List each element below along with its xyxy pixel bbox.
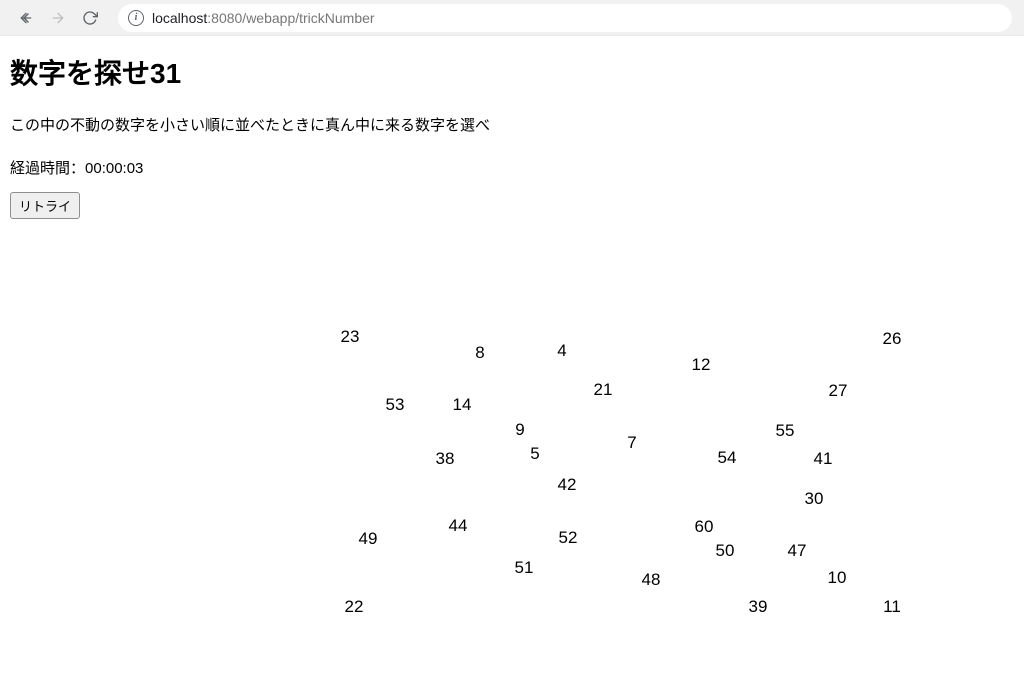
number-item[interactable]: 27 <box>829 381 848 401</box>
instruction-text: この中の不動の数字を小さい順に並べたときに真ん中に来る数字を選べ <box>10 114 1014 135</box>
url-path: :8080/webapp/trickNumber <box>207 10 374 26</box>
number-item[interactable]: 55 <box>776 421 795 441</box>
number-item[interactable]: 21 <box>594 380 613 400</box>
number-item[interactable]: 41 <box>814 449 833 469</box>
elapsed-time: 経過時間：00:00:03 <box>10 157 1014 178</box>
number-item[interactable]: 54 <box>718 448 737 468</box>
arrow-right-icon <box>50 10 66 26</box>
page-content: 数字を探せ31 この中の不動の数字を小さい順に並べたときに真ん中に来る数字を選べ… <box>0 36 1024 673</box>
number-item[interactable]: 38 <box>436 449 455 469</box>
reload-icon <box>82 10 98 26</box>
number-item[interactable]: 49 <box>359 529 378 549</box>
number-item[interactable]: 8 <box>475 343 484 363</box>
reload-button[interactable] <box>76 4 104 32</box>
retry-button[interactable]: リトライ <box>10 192 80 219</box>
browser-toolbar: i localhost:8080/webapp/trickNumber <box>0 0 1024 36</box>
number-item[interactable]: 14 <box>453 395 472 415</box>
back-button[interactable] <box>12 4 40 32</box>
arrow-left-icon <box>18 10 34 26</box>
number-item[interactable]: 11 <box>883 597 901 617</box>
number-item[interactable]: 10 <box>828 568 847 588</box>
number-item[interactable]: 48 <box>642 570 661 590</box>
number-item[interactable]: 7 <box>627 433 636 453</box>
forward-button[interactable] <box>44 4 72 32</box>
url-host: localhost <box>152 10 207 26</box>
address-bar[interactable]: i localhost:8080/webapp/trickNumber <box>118 4 1012 32</box>
number-item[interactable]: 53 <box>386 395 405 415</box>
url-text: localhost:8080/webapp/trickNumber <box>152 10 375 26</box>
number-item[interactable]: 4 <box>557 341 566 361</box>
number-item[interactable]: 42 <box>558 475 577 495</box>
number-item[interactable]: 60 <box>695 517 714 537</box>
elapsed-value: 00:00:03 <box>85 160 143 177</box>
number-item[interactable]: 12 <box>692 355 711 375</box>
number-item[interactable]: 44 <box>449 516 468 536</box>
number-item[interactable]: 30 <box>805 489 824 509</box>
number-item[interactable]: 5 <box>530 444 539 464</box>
number-field: 23 8 4 26 12 27 21 53 14 55 9 7 54 41 38 5 42 30 44 60 49 52 5… <box>10 227 1014 657</box>
number-item[interactable]: 22 <box>345 597 364 617</box>
number-item[interactable]: 50 <box>716 541 735 561</box>
elapsed-label: 経過時間： <box>10 160 85 177</box>
number-item[interactable]: 52 <box>559 528 578 548</box>
number-item[interactable]: 9 <box>515 420 524 440</box>
info-icon: i <box>128 10 144 26</box>
page-title: 数字を探せ31 <box>10 52 1014 92</box>
number-item[interactable]: 23 <box>341 327 360 347</box>
number-item[interactable]: 47 <box>788 541 807 561</box>
number-item[interactable]: 26 <box>883 329 902 349</box>
number-item[interactable]: 39 <box>749 597 768 617</box>
number-item[interactable]: 51 <box>515 558 534 578</box>
